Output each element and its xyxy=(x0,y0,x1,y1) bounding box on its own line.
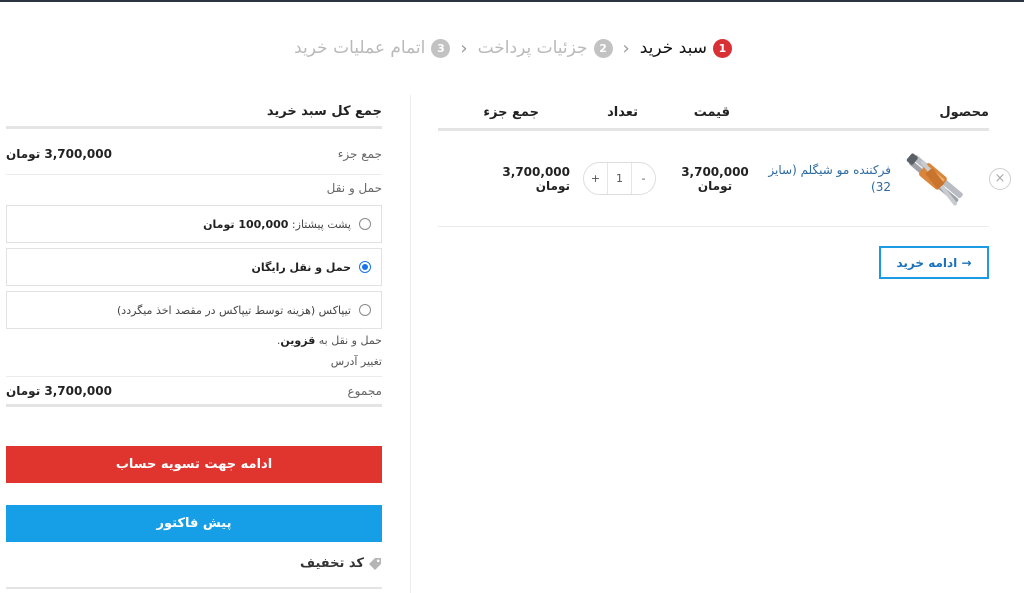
coupon-divider xyxy=(6,587,382,589)
column-divider xyxy=(410,95,411,593)
checkout-steps: 1 سبد خرید ‹ 2 جزئیات پرداخت ‹ 3 اتمام ع… xyxy=(192,35,732,61)
subtotal-value: 3,700,000 تومان xyxy=(6,146,112,161)
option-amount: 100,000 تومان xyxy=(203,217,289,231)
totals-title: جمع کل سبد خرید xyxy=(6,100,382,129)
step-cart[interactable]: 1 سبد خرید xyxy=(640,38,732,58)
item-price: 3,700,000 تومان xyxy=(681,164,749,193)
step-label: جزئیات پرداخت xyxy=(477,38,588,58)
header-quantity: تعداد xyxy=(607,105,638,120)
step-payment-details[interactable]: 2 جزئیات پرداخت xyxy=(478,38,613,58)
continue-shopping-button[interactable]: → ادامه خرید xyxy=(879,246,989,279)
coupon-label: کد تخفیف xyxy=(300,556,364,571)
shipping-option-label: حمل و نقل رایگان xyxy=(251,260,351,274)
quantity-stepper: + 1 - xyxy=(583,162,656,195)
proforma-button[interactable]: پیش فاکتور xyxy=(6,505,382,542)
top-border xyxy=(0,0,1024,2)
quantity-cell: + 1 - xyxy=(570,162,669,195)
cart-item-row: × فرکننده مو شیگلم (سایز 32) 3,700,000 ت… xyxy=(438,131,1011,227)
header-price: قیمت xyxy=(693,105,730,120)
checkout-button[interactable]: ادامه جهت تسویه حساب xyxy=(6,446,382,483)
step-label: سبد خرید xyxy=(639,38,707,58)
shipping-option-express[interactable]: پشت پیشتاز: 100,000 تومان xyxy=(6,205,382,243)
shipping-option-tipax[interactable]: تیپاکس (هزینه توسط تیپاکس در مقصد اخذ می… xyxy=(6,291,382,329)
cart-totals: جمع کل سبد خرید جمع جزء 3,700,000 تومان … xyxy=(6,100,382,407)
header-product: محصول xyxy=(939,105,989,120)
total-row: مجموع 3,700,000 تومان xyxy=(6,377,382,407)
shipping-option-free[interactable]: حمل و نقل رایگان xyxy=(6,248,382,286)
step-complete[interactable]: 3 اتمام عملیات خرید xyxy=(294,38,451,58)
decrease-button[interactable]: - xyxy=(632,172,655,185)
tag-icon xyxy=(369,557,381,570)
step-number: 2 xyxy=(593,38,613,58)
shipping-option-label: پشت پیشتاز: 100,000 تومان xyxy=(203,218,351,231)
option-text: پشت پیشتاز: xyxy=(288,217,351,231)
close-circle-icon[interactable]: × xyxy=(989,167,1011,190)
subtotal-row: جمع جزء 3,700,000 تومان xyxy=(6,133,382,175)
ship-to-prefix: حمل و نقل به xyxy=(315,334,382,347)
radio-button[interactable] xyxy=(359,261,371,273)
step-label: اتمام عملیات خرید xyxy=(294,38,426,58)
cart-table: محصول قیمت تعداد جمع جزء × فرکننده مو شی… xyxy=(438,100,1011,227)
product-name-link[interactable]: فرکننده مو شیگلم (سایز 32) xyxy=(761,162,891,196)
header-subtotal: جمع جزء xyxy=(483,105,539,120)
change-address-link[interactable]: تغییر آدرس xyxy=(6,355,382,377)
item-subtotal: 3,700,000 تومان xyxy=(502,164,570,193)
shipping-option-label: تیپاکس (هزینه توسط تیپاکس در مقصد اخذ می… xyxy=(117,303,351,317)
step-number: 3 xyxy=(431,38,451,58)
coupon-toggle[interactable]: کد تخفیف xyxy=(300,556,382,571)
ship-to-city: قزوین xyxy=(280,334,316,347)
cart-header-row: محصول قیمت تعداد جمع جزء xyxy=(438,100,989,131)
product-image[interactable] xyxy=(897,143,975,215)
increase-button[interactable]: + xyxy=(584,172,607,185)
shipping-title: حمل و نقل xyxy=(326,181,382,195)
radio-button[interactable] xyxy=(359,218,371,230)
quantity-input[interactable]: 1 xyxy=(607,163,632,194)
subtotal-label: جمع جزء xyxy=(337,146,382,161)
total-value: 3,700,000 تومان xyxy=(6,383,112,398)
total-label: مجموع xyxy=(347,383,382,398)
step-number: 1 xyxy=(713,38,732,58)
shipping-destination: حمل و نقل به قزوین. xyxy=(6,334,382,347)
chevron-left-icon: ‹ xyxy=(460,37,468,59)
chevron-left-icon: ‹ xyxy=(622,37,630,59)
radio-button[interactable] xyxy=(359,304,371,316)
